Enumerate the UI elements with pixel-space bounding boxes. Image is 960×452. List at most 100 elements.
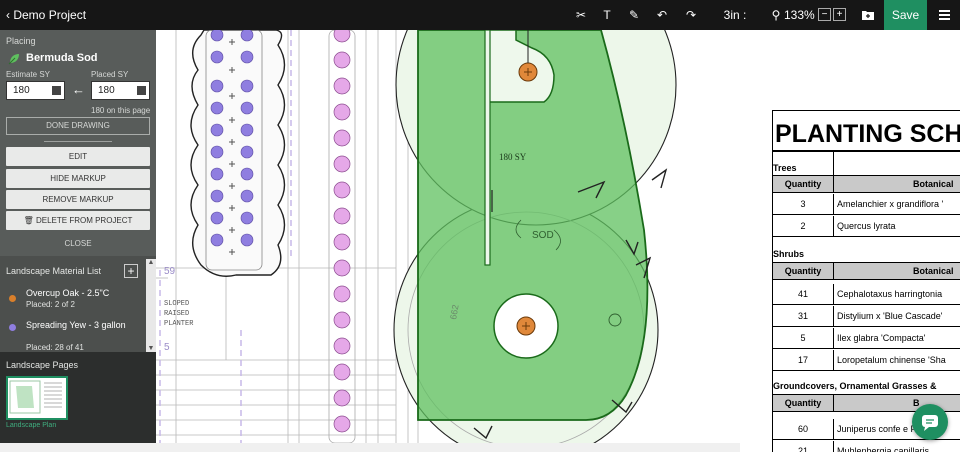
botanical-cell: Muhlenbergia capillaris bbox=[837, 446, 930, 452]
color-dot-icon bbox=[9, 295, 16, 302]
placed-label: Placed SY bbox=[91, 70, 129, 79]
divider bbox=[44, 141, 112, 142]
placed-value: 180 bbox=[98, 85, 115, 96]
scissors-icon[interactable]: ✂ bbox=[574, 0, 588, 30]
section-groundcovers: Groundcovers, Ornamental Grasses & bbox=[773, 381, 937, 391]
estimate-label: Estimate SY bbox=[6, 70, 51, 79]
undo-icon[interactable]: ↶ bbox=[655, 0, 669, 30]
menu-icon[interactable] bbox=[936, 0, 956, 30]
chat-bubble-icon bbox=[922, 415, 938, 431]
botanical-cell: Distylium x 'Blue Cascade' bbox=[837, 311, 943, 321]
pen-icon[interactable]: ✎ bbox=[627, 0, 641, 30]
pages-panel: Landscape Pages Landscape Plan bbox=[0, 352, 156, 443]
trash-icon: 🗑 bbox=[23, 216, 36, 225]
quantity-header: Quantity bbox=[773, 395, 834, 412]
page-thumbnail-label[interactable]: Landscape Plan bbox=[6, 422, 56, 429]
material-list-scrollbar[interactable]: ▲ ▼ bbox=[146, 259, 156, 352]
zoom-level: 133% bbox=[784, 8, 815, 22]
quantity-cell: 31 bbox=[773, 306, 834, 327]
back-link[interactable]: ‹ Demo Project bbox=[6, 0, 86, 30]
project-name: Demo Project bbox=[13, 8, 87, 22]
botanical-header: Botanical bbox=[913, 266, 954, 276]
svg-text:SLOPED: SLOPED bbox=[164, 300, 189, 308]
table-rule bbox=[833, 150, 834, 176]
svg-text:RAISED: RAISED bbox=[164, 310, 189, 318]
close-button[interactable]: CLOSE bbox=[0, 239, 156, 248]
scroll-up-icon[interactable]: ▲ bbox=[146, 259, 156, 266]
quantity-cell: 2 bbox=[773, 216, 834, 237]
arrow-left-icon[interactable]: ← bbox=[72, 82, 85, 97]
quantity-header: Quantity bbox=[773, 176, 834, 193]
material-list: Landscape Material List + Overcup Oak - … bbox=[0, 256, 156, 352]
done-drawing-button[interactable]: DONE DRAWING bbox=[6, 117, 150, 135]
quantity-cell: 17 bbox=[773, 350, 834, 371]
list-item[interactable]: Overcup Oak - 2.5"C Placed: 2 of 2 bbox=[0, 286, 146, 314]
grid-number: 59 bbox=[164, 266, 176, 277]
list-item[interactable]: Spreading Yew - 3 gallon Placed: 28 of 4… bbox=[0, 318, 146, 352]
add-folder-icon[interactable] bbox=[860, 0, 876, 30]
horizontal-scrollbar-left bbox=[0, 443, 156, 452]
material-list-header: Landscape Material List bbox=[6, 266, 102, 276]
delete-from-project-button[interactable]: 🗑 DELETE FROM PROJECT bbox=[6, 211, 150, 230]
planter-shrub-symbols bbox=[333, 30, 351, 433]
estimate-input[interactable]: 180 bbox=[6, 81, 65, 100]
table-header-row: Quantity Botanical bbox=[773, 175, 960, 193]
edit-button[interactable]: EDIT bbox=[6, 147, 150, 166]
page-thumbnail[interactable] bbox=[6, 376, 68, 420]
save-button[interactable]: Save bbox=[884, 0, 927, 30]
material-name: Bermuda Sod bbox=[26, 52, 98, 64]
scale-display[interactable]: 3in : 30ft bbox=[712, 0, 758, 52]
zoom-icon: ⚲ bbox=[771, 8, 781, 22]
quantity-cell: 3 bbox=[773, 194, 834, 215]
table-row: 5 Ilex glabra 'Compacta' bbox=[773, 328, 960, 349]
material-item-placed: Placed: 28 of 41 bbox=[26, 343, 84, 352]
walk-strip bbox=[484, 30, 491, 266]
placing-label: Placing bbox=[6, 36, 36, 46]
hide-markup-button[interactable]: HIDE MARKUP bbox=[6, 169, 150, 188]
svg-text:PLANTER: PLANTER bbox=[164, 320, 194, 328]
quantity-header: Quantity bbox=[773, 263, 834, 280]
color-dot-icon bbox=[9, 324, 16, 331]
schedule-title: PLANTING SCH bbox=[775, 120, 960, 148]
add-material-button[interactable]: + bbox=[124, 264, 138, 278]
placed-input[interactable]: 180 bbox=[91, 81, 150, 100]
material-item-name: Spreading Yew - 3 gallon bbox=[26, 320, 126, 330]
leaf-icon bbox=[8, 54, 19, 65]
planting-schedule-sheet: PLANTING SCH Trees Quantity Botanical 3 … bbox=[740, 30, 960, 452]
spinner-icon[interactable] bbox=[137, 86, 146, 95]
pages-header: Landscape Pages bbox=[6, 360, 79, 370]
section-shrubs: Shrubs bbox=[773, 249, 805, 259]
quantity-cell: 41 bbox=[773, 284, 834, 305]
botanical-header: Botanical bbox=[913, 179, 954, 189]
redo-icon[interactable]: ↷ bbox=[684, 0, 698, 30]
botanical-cell: Ilex glabra 'Compacta' bbox=[837, 333, 926, 343]
botanical-cell: Quercus lyrata bbox=[837, 221, 896, 231]
spinner-icon[interactable] bbox=[52, 86, 61, 95]
site-plan[interactable]: 59 5 SLOPED RAISED PLANTER 180 SY SOD 66… bbox=[156, 30, 740, 443]
horizontal-scrollbar[interactable] bbox=[156, 443, 740, 452]
botanical-cell: Juniperus confe e P bbox=[837, 424, 917, 434]
scroll-down-icon[interactable]: ▼ bbox=[146, 345, 156, 352]
remove-markup-button[interactable]: REMOVE MARKUP bbox=[6, 190, 150, 209]
table-row: 21 Muhlenbergia capillaris bbox=[773, 441, 960, 452]
zoom-in-button[interactable]: + bbox=[833, 8, 846, 21]
plan-canvas[interactable]: 59 5 SLOPED RAISED PLANTER 180 SY SOD 66… bbox=[156, 30, 740, 443]
table-row: 41 Cephalotaxus harringtonia bbox=[773, 284, 960, 305]
table-row: 17 Loropetalum chinense 'Sha bbox=[773, 350, 960, 371]
table-row: 31 Distylium x 'Blue Cascade' bbox=[773, 306, 960, 327]
text-icon[interactable]: T bbox=[600, 0, 614, 30]
top-toolbar: ‹ Demo Project ✂ T ✎ ↶ ↷ 3in : 30ft ⚲ 13… bbox=[0, 0, 960, 52]
chat-button[interactable] bbox=[912, 404, 948, 440]
botanical-cell: Cephalotaxus harringtonia bbox=[837, 289, 943, 299]
zoom-out-button[interactable]: − bbox=[818, 8, 831, 21]
quantity-cell: 21 bbox=[773, 441, 834, 452]
shrub-bed bbox=[190, 30, 286, 277]
table-row: 3 Amelanchier x grandiflora ' bbox=[773, 194, 960, 215]
material-item-name: Overcup Oak - 2.5"C bbox=[26, 288, 110, 298]
section-trees: Trees bbox=[773, 163, 797, 173]
title-rule bbox=[772, 150, 960, 152]
material-item-placed: Placed: 2 of 2 bbox=[26, 300, 75, 309]
sod-label: SOD bbox=[532, 230, 554, 241]
grid-number: 5 bbox=[164, 342, 170, 353]
botanical-cell: Loropetalum chinense 'Sha bbox=[837, 355, 946, 365]
